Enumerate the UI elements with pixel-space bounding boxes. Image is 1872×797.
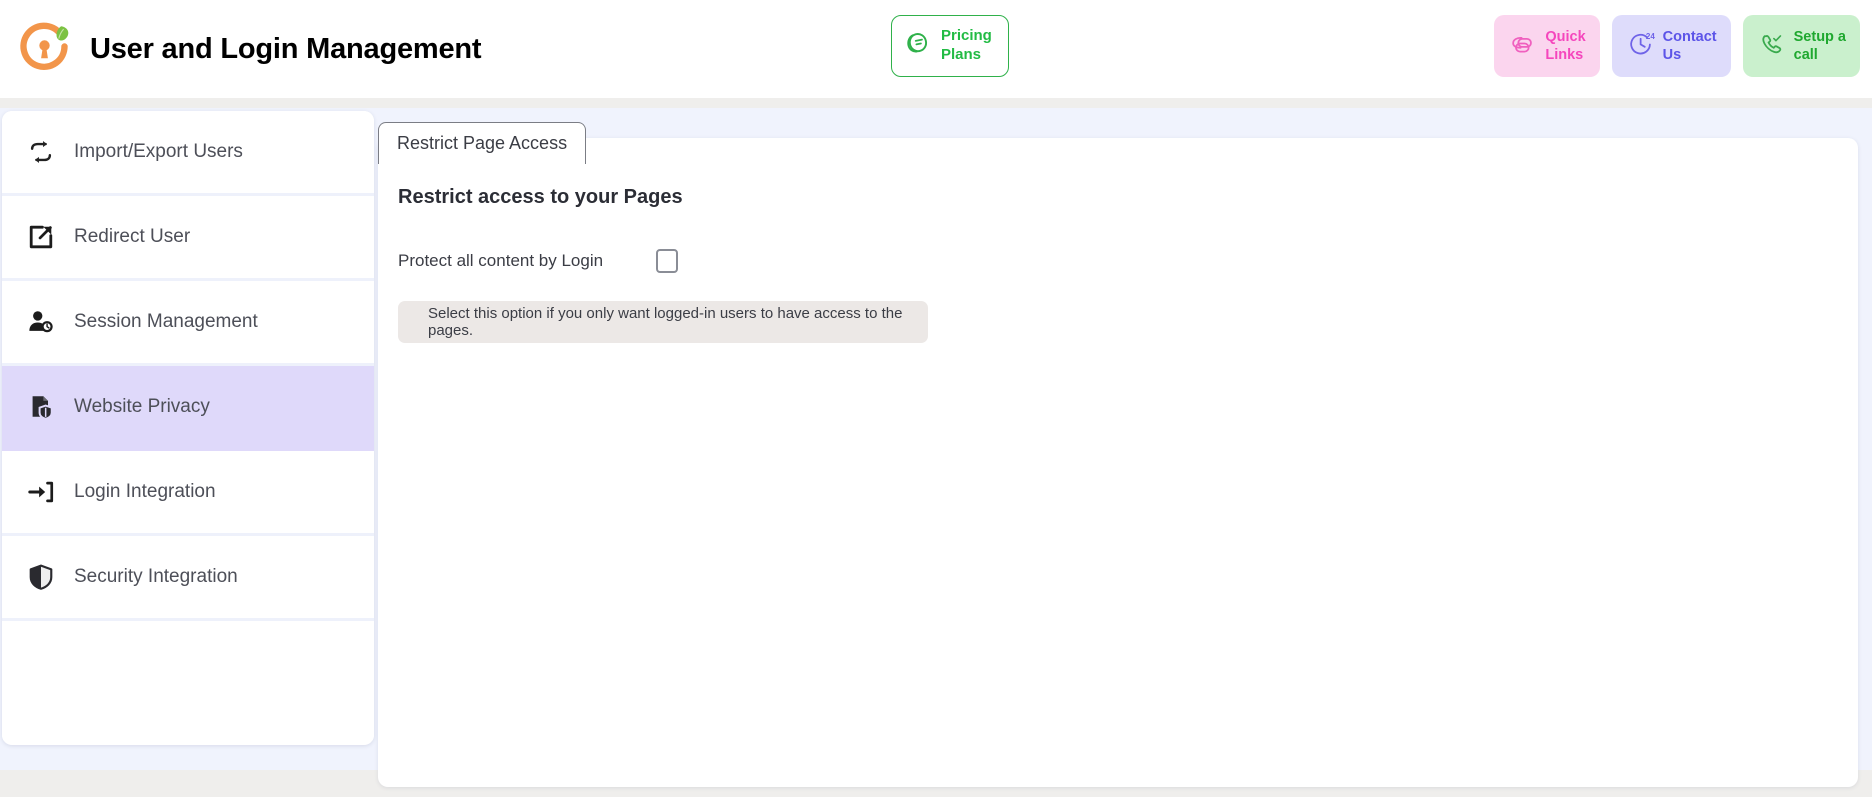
sidebar-item-security-integration[interactable]: Security Integration [2, 536, 374, 621]
app-header: User and Login Management Pricing Plans … [0, 0, 1872, 98]
phone-check-icon [1757, 29, 1787, 64]
file-shield-icon [26, 392, 56, 422]
protect-all-content-checkbox[interactable] [656, 249, 678, 273]
user-clock-icon [26, 307, 56, 337]
content-inner: Restrict access to your Pages Protect al… [398, 186, 1838, 343]
protect-all-content-row: Protect all content by Login [398, 249, 1838, 273]
sidebar-item-label: Import/Export Users [74, 141, 243, 162]
content-panel: Restrict access to your Pages Protect al… [378, 138, 1858, 787]
tab-strip: Restrict Page Access [378, 122, 587, 164]
linked-chain-icon [1508, 29, 1538, 64]
tab-restrict-page-access[interactable]: Restrict Page Access [378, 122, 587, 164]
sidebar-empty-space [2, 621, 374, 741]
clock-24-icon: 24 [1626, 29, 1656, 64]
contact-us-button[interactable]: 24 Contact Us [1611, 15, 1731, 77]
shield-icon [26, 562, 56, 592]
brand: User and Login Management [16, 20, 576, 78]
section-heading: Restrict access to your Pages [398, 186, 683, 208]
pricing-plans-label: Pricing Plans [941, 27, 992, 63]
quick-links-button[interactable]: Quick Links [1494, 15, 1600, 77]
sidebar-item-session-management[interactable]: Session Management [2, 281, 374, 366]
setup-call-label: Setup a call [1793, 28, 1846, 63]
setup-call-button[interactable]: Setup a call [1742, 15, 1860, 77]
contact-us-label: Contact Us [1662, 28, 1717, 63]
header-actions: Quick Links 24 Contact Us Setup a call [1494, 15, 1860, 77]
sidebar-item-label: Session Management [74, 311, 258, 332]
login-arrow-icon [26, 477, 56, 507]
sidebar-item-login-integration[interactable]: Login Integration [2, 451, 374, 536]
info-box: Select this option if you only want logg… [398, 301, 928, 343]
svg-text:24: 24 [1646, 31, 1655, 40]
info-box-text: Select this option if you only want logg… [428, 305, 903, 339]
header-divider-band [0, 98, 1872, 108]
orange-keyhole-leaf-logo-icon [16, 20, 74, 78]
pricing-plans-button[interactable]: Pricing Plans [891, 15, 1009, 77]
protect-all-content-label: Protect all content by Login [398, 251, 604, 270]
sidebar-item-import-export-users[interactable]: Import/Export Users [2, 111, 374, 196]
quick-links-label: Quick Links [1545, 28, 1586, 63]
external-link-icon [26, 222, 56, 252]
pricing-cards-icon [904, 29, 933, 63]
page-title: User and Login Management [90, 32, 482, 65]
sidebar: Import/Export Users Redirect User Sessio… [2, 111, 374, 745]
sidebar-item-label: Login Integration [74, 481, 216, 502]
sidebar-item-label: Security Integration [74, 566, 238, 587]
import-export-arrows-icon [26, 137, 56, 167]
sidebar-item-label: Redirect User [74, 226, 191, 247]
sidebar-item-redirect-user[interactable]: Redirect User [2, 196, 374, 281]
sidebar-item-website-privacy[interactable]: Website Privacy [2, 366, 374, 451]
sidebar-item-label: Website Privacy [74, 396, 210, 417]
